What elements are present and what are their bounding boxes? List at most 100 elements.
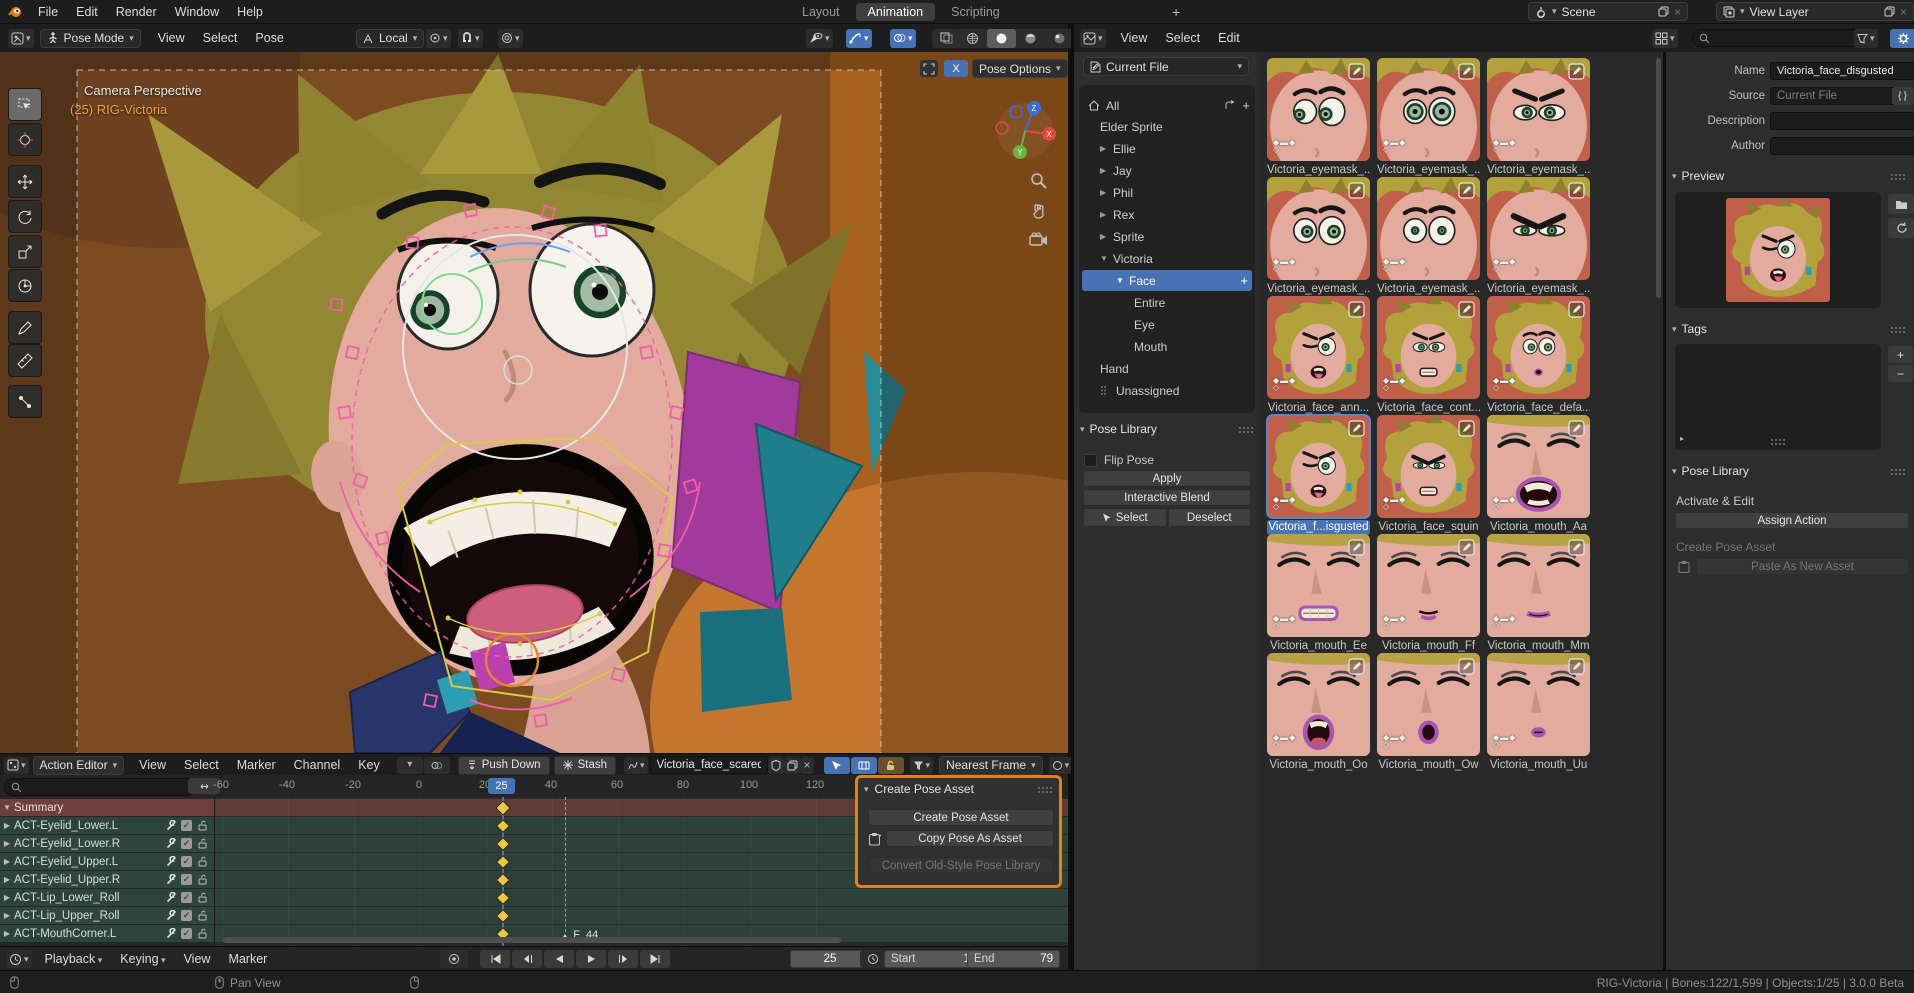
chevron-right-icon[interactable]: ▶ bbox=[1100, 144, 1113, 153]
playback-popover-button[interactable]: ▾ bbox=[6, 950, 32, 968]
channel-act-lip-lower-roll[interactable]: ▶ACT-Lip_Lower_Roll✓ bbox=[0, 889, 214, 906]
editor-type-button[interactable]: ▾ bbox=[4, 757, 29, 774]
menu-help[interactable]: Help bbox=[228, 5, 272, 19]
shading-solid-button[interactable] bbox=[987, 29, 1016, 48]
only-show-selected-toggle[interactable] bbox=[824, 757, 850, 774]
sidebar-gear-toggle[interactable] bbox=[1890, 29, 1914, 48]
asset-source-selector[interactable]: Current File ▾ bbox=[1083, 57, 1249, 76]
next-keyframe-button[interactable] bbox=[608, 950, 638, 968]
asset-tile-13[interactable]: ◆▬◆ ◇Victoria_mouth_Ff bbox=[1377, 534, 1480, 654]
tool-rotate-button[interactable] bbox=[8, 200, 42, 233]
modifier-wrench-icon[interactable] bbox=[166, 892, 177, 903]
asset-menu-edit[interactable]: Edit bbox=[1209, 31, 1249, 45]
catalog-item-all[interactable]: All+ bbox=[1082, 95, 1252, 116]
jump-to-end-button[interactable] bbox=[640, 950, 670, 968]
mute-checkbox[interactable]: ✓ bbox=[181, 928, 192, 939]
duplicate-action-icon[interactable] bbox=[784, 757, 801, 774]
remove-tag-button[interactable]: − bbox=[1888, 365, 1913, 382]
auto-keying-toggle[interactable] bbox=[440, 950, 468, 968]
copy-icon[interactable] bbox=[1658, 6, 1669, 17]
description-field[interactable] bbox=[1770, 112, 1914, 130]
icon-button-frame[interactable] bbox=[920, 60, 938, 77]
lock-icon[interactable] bbox=[197, 910, 208, 921]
current-frame-badge[interactable]: 25 bbox=[488, 778, 515, 794]
asset-thumbnail[interactable]: ◆▬◆ ◇ bbox=[1487, 58, 1590, 161]
unlink-icon[interactable]: × bbox=[1674, 5, 1681, 19]
asset-menu-select[interactable]: Select bbox=[1156, 31, 1209, 45]
asset-tile-15[interactable]: ◆▬◆ ◇Victoria_mouth_Oo bbox=[1267, 653, 1370, 773]
pivot-point-button[interactable]: ▾ bbox=[426, 29, 451, 48]
frame-start-field[interactable]: Start 1 bbox=[884, 950, 977, 968]
modifier-wrench-icon[interactable] bbox=[166, 874, 177, 885]
unlink-icon[interactable]: × bbox=[1900, 5, 1907, 19]
lock-icon[interactable] bbox=[197, 928, 208, 939]
lock-icon[interactable] bbox=[197, 838, 208, 849]
mute-checkbox[interactable]: ✓ bbox=[181, 892, 192, 903]
channel-act-eyelid-upper-l[interactable]: ▶ACT-Eyelid_Upper.L✓ bbox=[0, 853, 214, 870]
stash-button[interactable]: Stash bbox=[554, 756, 616, 775]
shading-material-button[interactable] bbox=[1016, 29, 1045, 48]
catalog-item-jay[interactable]: ▶Jay bbox=[1082, 160, 1252, 181]
dope-menu-channel[interactable]: Channel bbox=[285, 758, 350, 772]
modifier-wrench-icon[interactable] bbox=[166, 928, 177, 939]
playback-menu-playback[interactable]: Playback ▾ bbox=[36, 952, 112, 966]
playback-menu-keying[interactable]: Keying ▾ bbox=[111, 952, 174, 966]
catalog-item-sprite[interactable]: ▶Sprite bbox=[1082, 226, 1252, 247]
modifier-wrench-icon[interactable] bbox=[166, 820, 177, 831]
drag-handle[interactable] bbox=[1238, 426, 1254, 433]
editor-type-button[interactable]: ▾ bbox=[8, 29, 34, 48]
asset-tile-7[interactable]: ◆▬◆ ◇Victoria_face_cont... bbox=[1377, 296, 1480, 416]
play-button[interactable] bbox=[576, 950, 606, 968]
chevron-down-icon[interactable]: ▼ bbox=[0, 803, 14, 812]
asset-thumbnail[interactable]: ◆▬◆ ◇ bbox=[1267, 534, 1370, 637]
asset-thumbnail[interactable]: ◆▬◆ ◇ bbox=[1377, 177, 1480, 280]
chevron-right-icon[interactable]: ▶ bbox=[0, 911, 14, 920]
catalog-item-eye[interactable]: Eye bbox=[1082, 314, 1252, 335]
menu-window[interactable]: Window bbox=[166, 5, 228, 19]
shading-rendered-button[interactable] bbox=[1045, 29, 1074, 48]
asset-tile-0[interactable]: ◆▬◆ ◇Victoria_eyemask_... bbox=[1267, 58, 1370, 178]
action-editor-mode-selector[interactable]: Action Editor ▾ bbox=[33, 756, 125, 775]
tab-animation[interactable]: Animation bbox=[856, 3, 936, 21]
chevron-down-icon[interactable]: ▼ bbox=[1100, 254, 1113, 263]
axis-x-button[interactable]: X bbox=[944, 60, 968, 77]
previous-keyframe-button[interactable] bbox=[512, 950, 542, 968]
catalog-item-phil[interactable]: ▶Phil bbox=[1082, 182, 1252, 203]
modifier-wrench-icon[interactable] bbox=[166, 910, 177, 921]
add-catalog-icon[interactable]: + bbox=[1240, 273, 1248, 288]
asset-thumbnail[interactable]: ◆▬◆ ◇ bbox=[1377, 534, 1480, 637]
interactive-blend-button[interactable]: Interactive Blend bbox=[1083, 489, 1251, 506]
catalog-redo-icon[interactable] bbox=[1224, 100, 1236, 111]
channel-act-eyelid-lower-r[interactable]: ▶ACT-Eyelid_Lower.R✓ bbox=[0, 835, 214, 852]
dope-menu-select[interactable]: Select bbox=[175, 758, 228, 772]
asset-tile-10[interactable]: ◆▬◆ ◇Victoria_face_squin bbox=[1377, 415, 1480, 535]
catalog-item-ellie[interactable]: ▶Ellie bbox=[1082, 138, 1252, 159]
lock-icon[interactable] bbox=[197, 892, 208, 903]
drag-handle[interactable] bbox=[1890, 326, 1906, 333]
mute-checkbox[interactable]: ✓ bbox=[181, 874, 192, 885]
proportional-editing-button[interactable]: ▾ bbox=[498, 29, 523, 48]
display-size-button[interactable]: ▾ bbox=[1652, 29, 1678, 48]
asset-thumbnail[interactable]: ◆▬◆ ◇ bbox=[1487, 296, 1590, 399]
fake-user-shield-icon[interactable] bbox=[768, 757, 784, 774]
asset-thumbnail[interactable]: ◆▬◆ ◇ bbox=[1267, 296, 1370, 399]
create-pose-asset-button[interactable]: Create Pose Asset bbox=[868, 809, 1054, 826]
asset-tile-9[interactable]: ◆▬◆ ◇Victoria_f...isgusted bbox=[1267, 415, 1370, 535]
gizmos-toggle[interactable]: ▾ bbox=[846, 29, 872, 48]
key-area-scrollbar[interactable] bbox=[223, 937, 841, 943]
open-preview-folder-button[interactable] bbox=[1888, 194, 1914, 214]
camera-view-icon[interactable] bbox=[1029, 232, 1048, 247]
editor-type-button[interactable]: ▾ bbox=[1080, 29, 1106, 48]
playback-menu-view[interactable]: View bbox=[175, 952, 220, 966]
asset-tile-11[interactable]: ◆▬◆ ◇Victoria_mouth_Aa bbox=[1487, 415, 1590, 535]
menu-file[interactable]: File bbox=[29, 5, 67, 19]
asset-thumbnail[interactable]: ◆▬◆ ◇ bbox=[1377, 296, 1480, 399]
catalog-item-hand[interactable]: Hand bbox=[1082, 358, 1252, 379]
shading-wireframe-button[interactable] bbox=[958, 29, 987, 48]
asset-tile-4[interactable]: ◆▬◆ ◇Victoria_eyemask_... bbox=[1377, 177, 1480, 297]
chevron-right-icon[interactable]: ▶ bbox=[1100, 210, 1113, 219]
asset-tile-12[interactable]: ◆▬◆ ◇Victoria_mouth_Ee bbox=[1267, 534, 1370, 654]
object-visibility-button[interactable]: ▾ bbox=[806, 29, 833, 48]
collapse-icon[interactable]: ▾ bbox=[1080, 425, 1085, 434]
mute-checkbox[interactable]: ✓ bbox=[181, 838, 192, 849]
